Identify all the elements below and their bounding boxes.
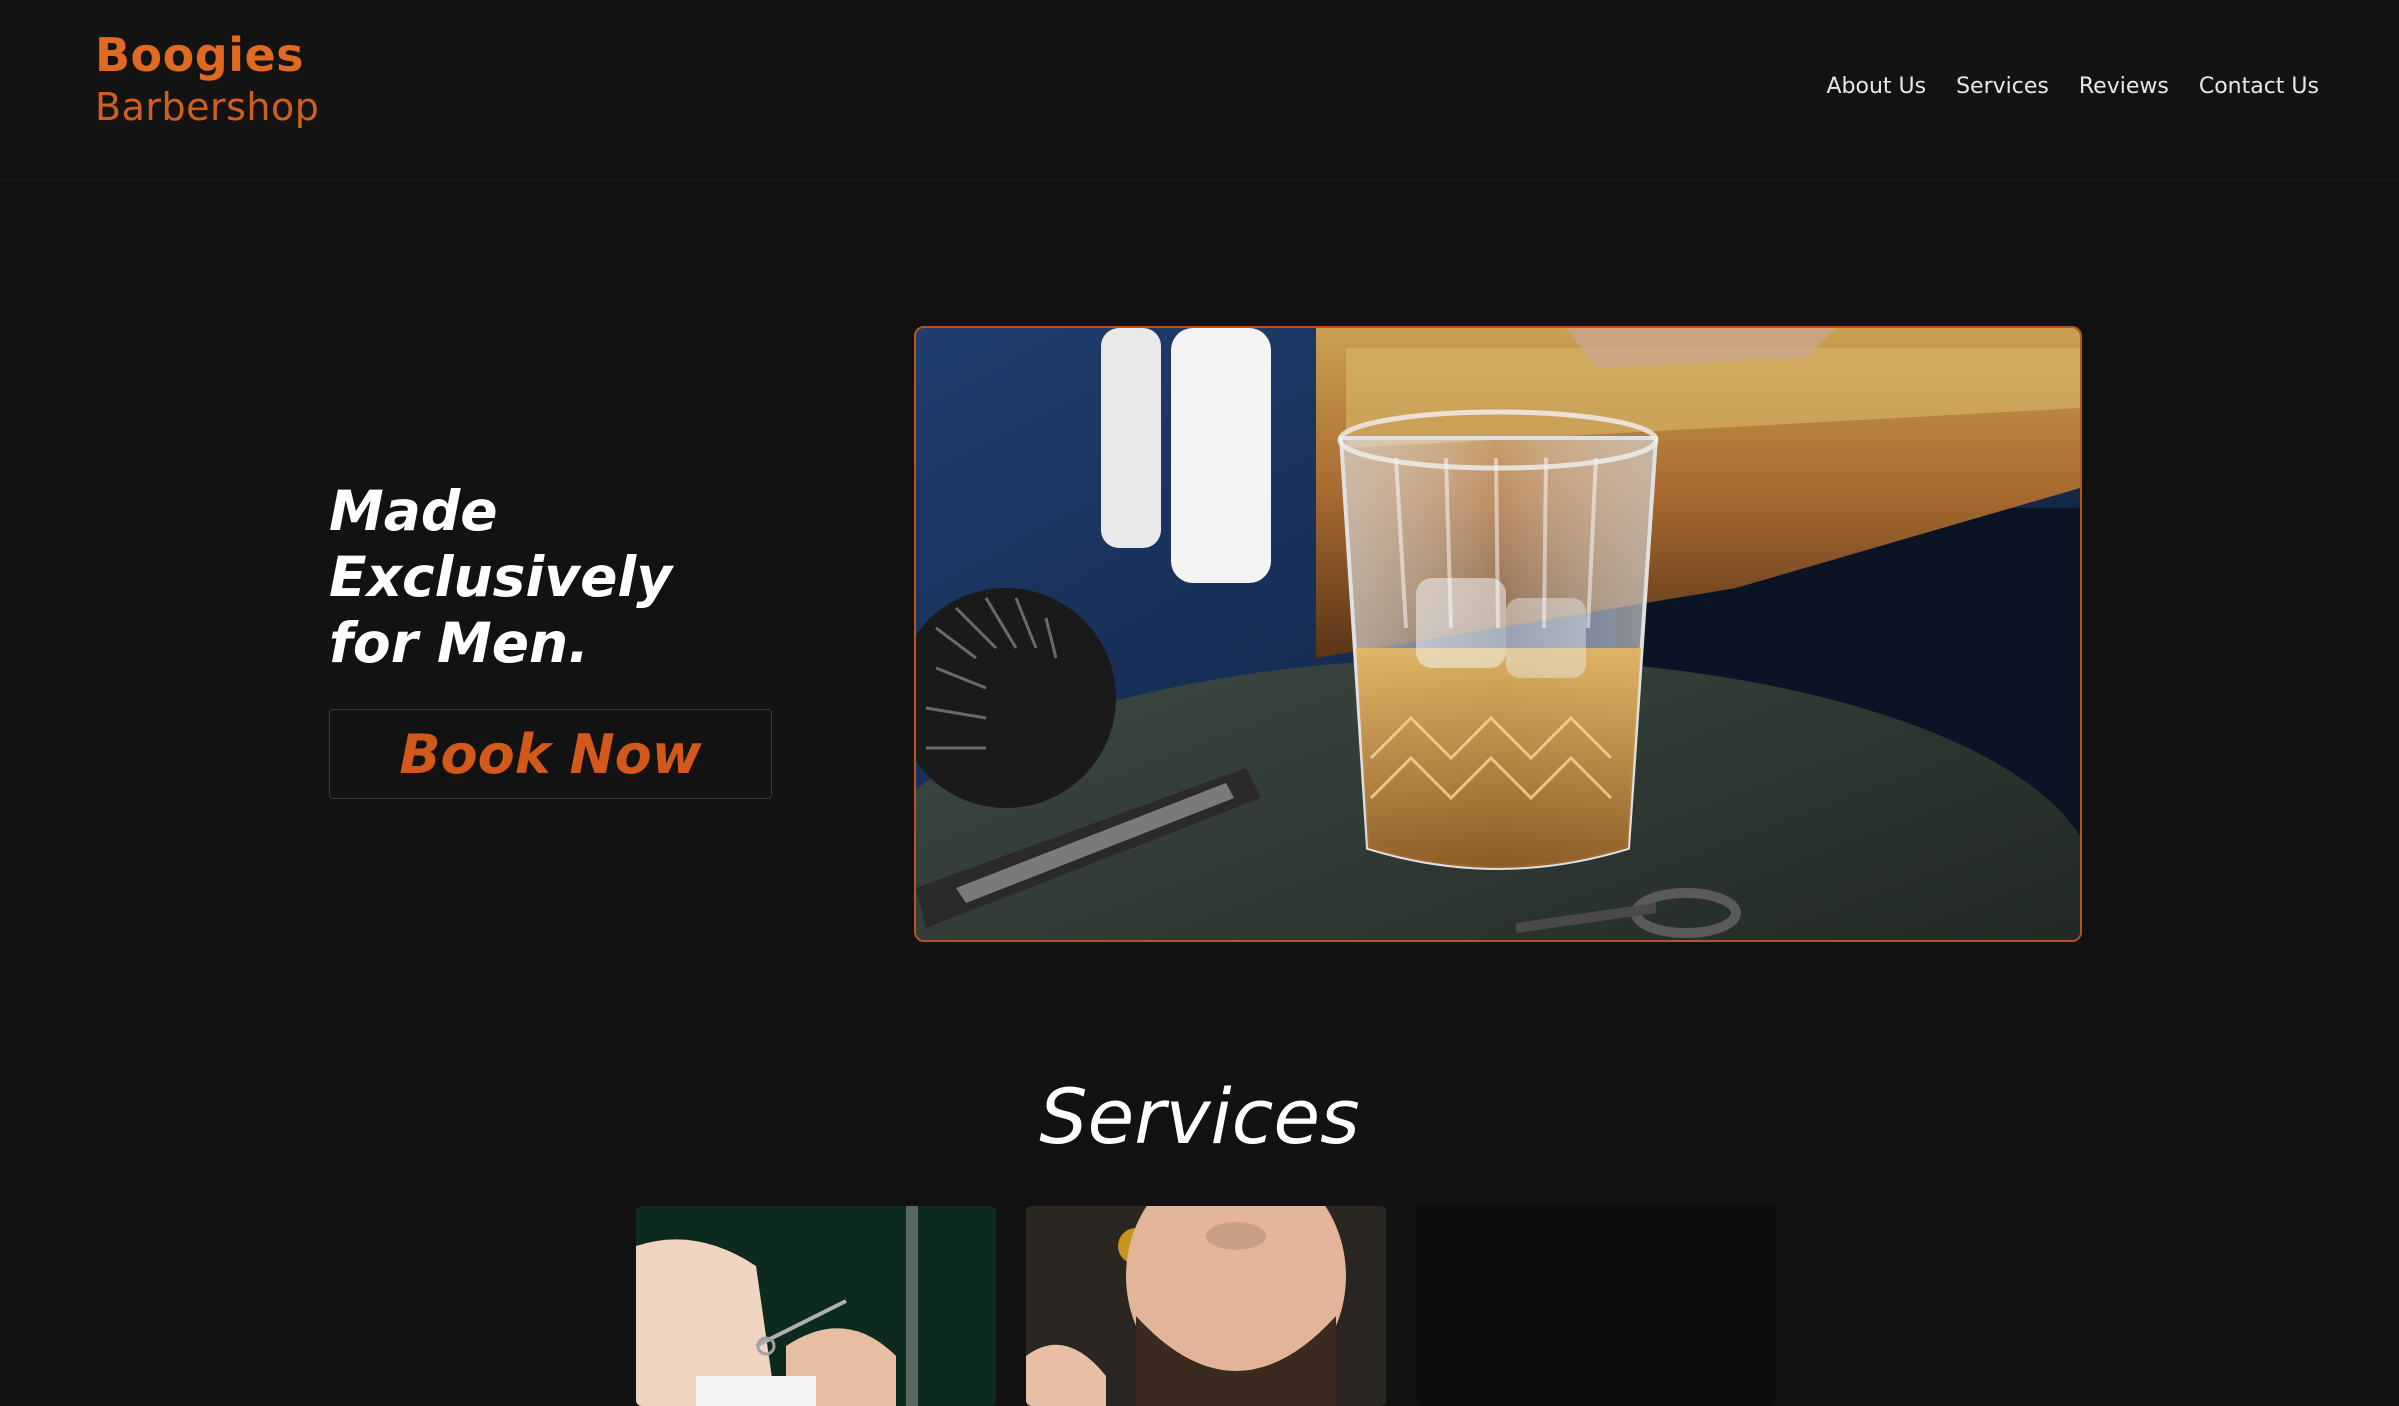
- hero-headline-line-3: for Men.: [329, 611, 590, 675]
- service-card-3[interactable]: [1416, 1206, 1776, 1406]
- book-now-label: Book Now: [399, 722, 702, 786]
- hero-headline-line-2: Exclusively: [329, 545, 673, 609]
- service-card-1[interactable]: [636, 1206, 996, 1406]
- bearded-man-photo: [1026, 1206, 1386, 1406]
- book-now-button[interactable]: Book Now: [329, 709, 772, 799]
- nav-link-reviews[interactable]: Reviews: [2079, 70, 2169, 103]
- nav-link-contact-us[interactable]: Contact Us: [2199, 70, 2319, 103]
- dark-photo: [1416, 1206, 1776, 1406]
- brand-subtitle: Barbershop: [95, 85, 320, 129]
- brand-logo[interactable]: Boogies Barbershop: [95, 32, 319, 126]
- nav-link-services[interactable]: Services: [1956, 70, 2049, 103]
- hero-copy: Made Exclusively for Men.: [329, 478, 809, 676]
- whiskey-glass-photo: [916, 328, 2080, 940]
- main-nav: About Us Services Reviews Contact Us: [1826, 70, 2319, 103]
- barber-trimming-photo: [636, 1206, 996, 1406]
- hero-headline: Made Exclusively for Men.: [329, 478, 809, 676]
- brand-name: Boogies: [95, 28, 305, 82]
- site-header: Boogies Barbershop About Us Services Rev…: [0, 0, 2399, 181]
- nav-link-about-us[interactable]: About Us: [1826, 70, 1926, 103]
- hero-image: [914, 326, 2082, 942]
- hero-headline-line-1: Made: [329, 479, 498, 543]
- service-card-2[interactable]: [1026, 1206, 1386, 1406]
- services-heading: Services: [1039, 1072, 1360, 1161]
